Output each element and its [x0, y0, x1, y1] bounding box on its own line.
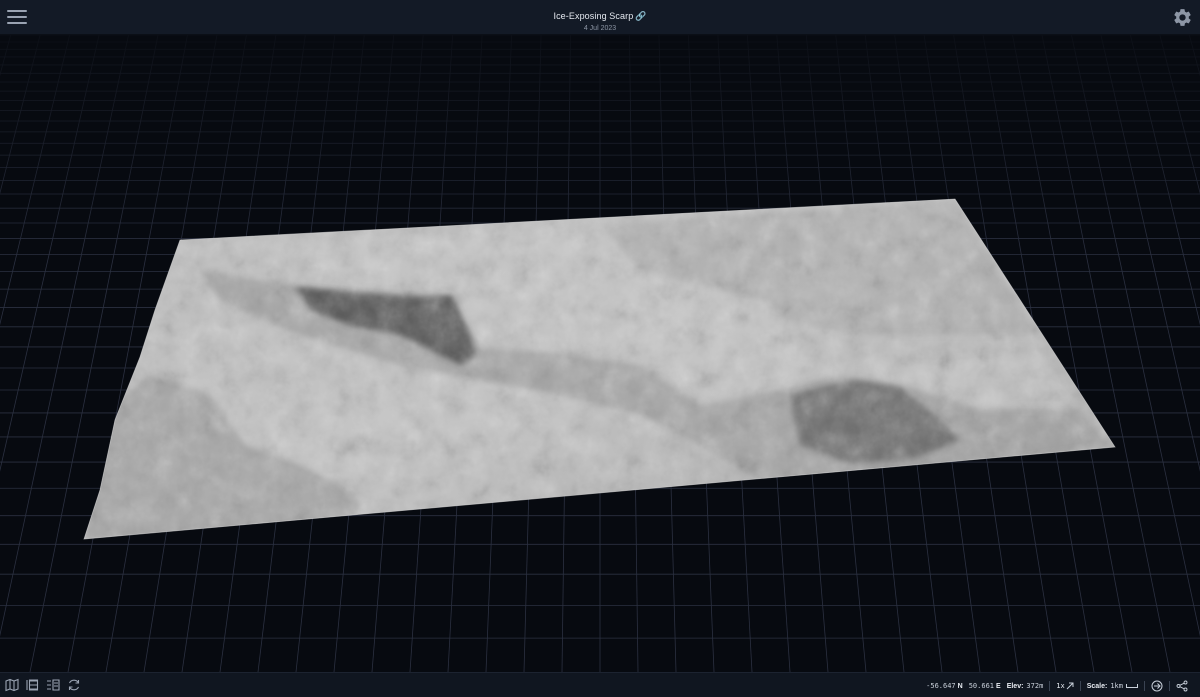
vertical-exaggeration-button[interactable]: 1x [1056, 682, 1074, 690]
vertical-exaggeration-icon [1066, 682, 1074, 690]
divider [1079, 681, 1081, 691]
layers-list-icon[interactable] [25, 678, 39, 692]
title-block: Ice-Exposing Scarp 🔗 4 Jul 2023 [0, 6, 1200, 32]
divider [1144, 681, 1145, 691]
divider [1169, 681, 1170, 691]
longitude-direction: E [996, 682, 1001, 690]
zoom-value: 1x [1056, 682, 1065, 690]
refresh-icon[interactable] [67, 678, 81, 692]
link-icon[interactable]: 🔗 [635, 11, 646, 21]
scale-bar [1126, 684, 1138, 688]
map-icon[interactable] [5, 678, 19, 692]
top-bar: Ice-Exposing Scarp 🔗 4 Jul 2023 [0, 0, 1200, 35]
terrain-viewport[interactable] [0, 35, 1200, 672]
elevation-label: Elev: [1006, 682, 1024, 690]
bottom-toolbar: -56.647 N 50.661 E Elev: 372m 1x Scale: … [0, 672, 1200, 697]
enter-icon[interactable] [1151, 680, 1163, 692]
page-title-row: Ice-Exposing Scarp 🔗 [0, 6, 1200, 24]
latitude-direction: N [957, 682, 963, 690]
acquisition-date: 4 Jul 2023 [583, 25, 617, 32]
longitude-value: 50.661 [968, 682, 995, 690]
layers-settings-icon[interactable] [46, 678, 60, 692]
scale-value: 1km [1110, 682, 1123, 690]
terrain-scene[interactable] [0, 35, 1200, 672]
latitude-value: -56.647 [926, 682, 956, 690]
elevation-value: 372m [1026, 682, 1044, 690]
share-icon[interactable] [1176, 680, 1188, 692]
gear-icon[interactable] [1172, 7, 1193, 28]
status-readout: -56.647 N 50.661 E Elev: 372m 1x Scale: … [926, 680, 1188, 692]
divider [1049, 681, 1051, 691]
page-title: Ice-Exposing Scarp [553, 11, 634, 21]
scale-label: Scale: [1086, 682, 1108, 690]
